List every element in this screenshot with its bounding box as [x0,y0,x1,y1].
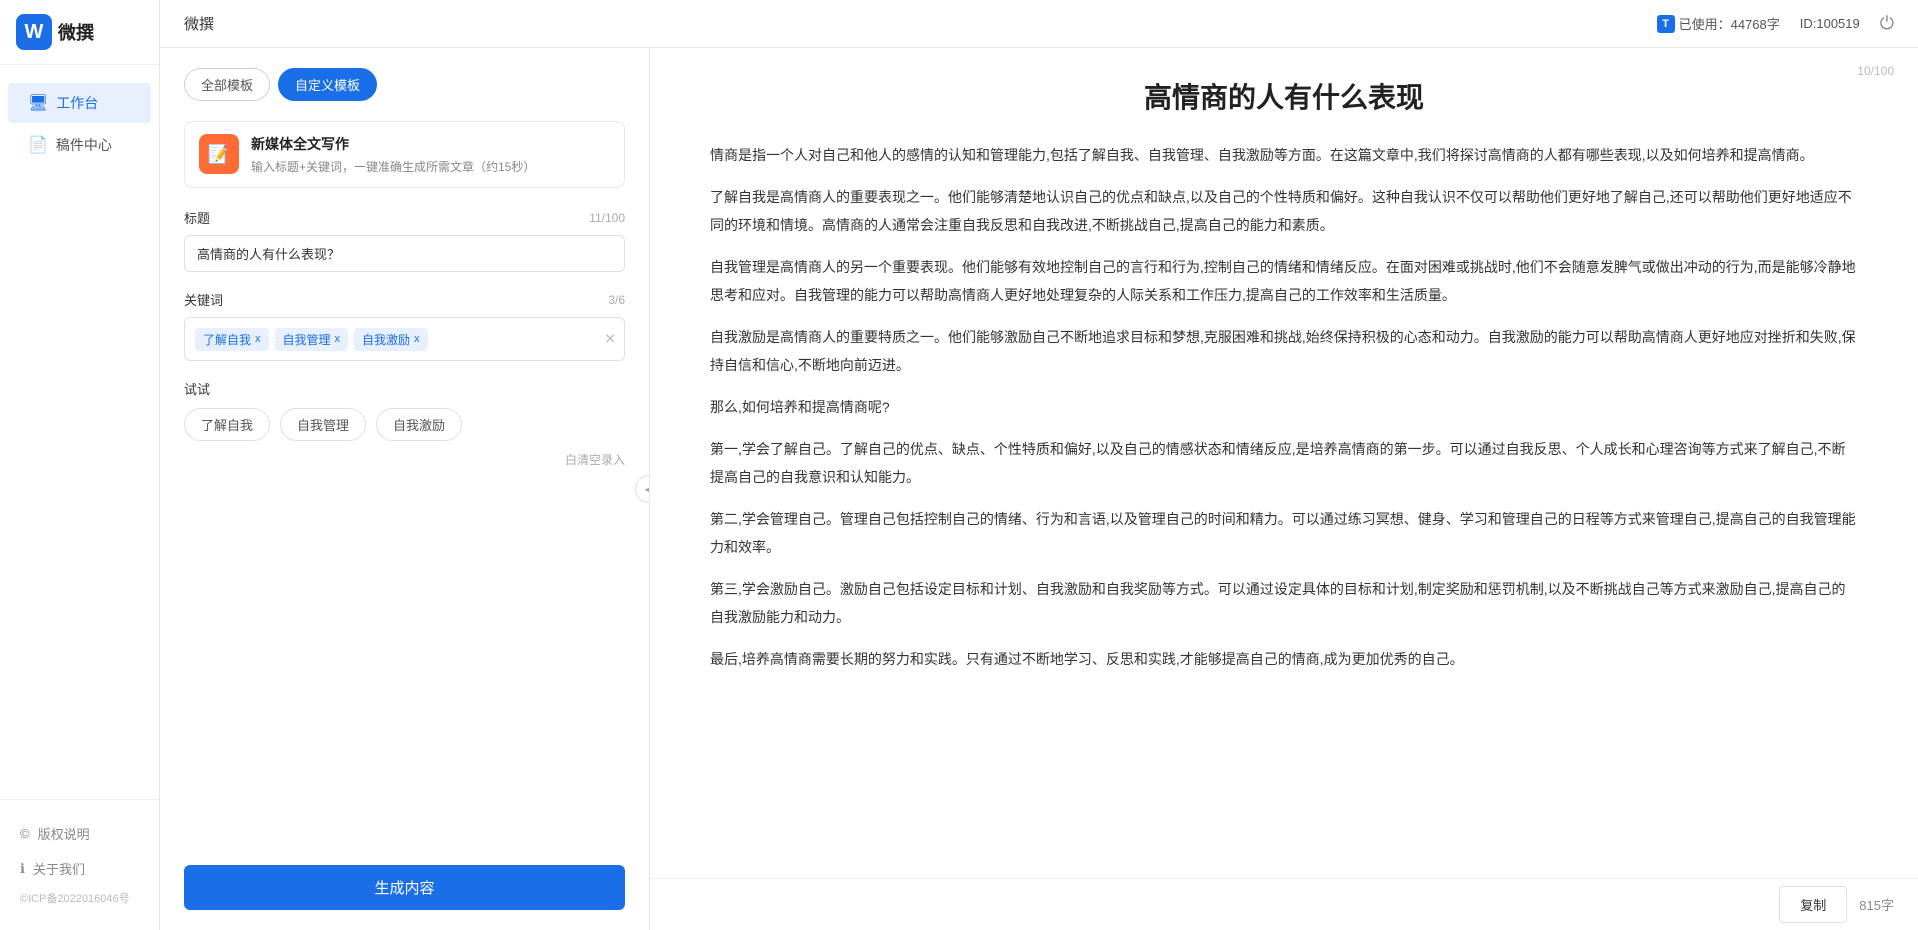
right-panel: 10/100 高情商的人有什么表现 情商是指一个人对自己和他人的感情的认知和管理… [650,48,1918,930]
sidebar-item-label-drafts: 稿件中心 [56,135,112,155]
word-count: 815字 [1859,895,1894,914]
article-body: 情商是指一个人对自己和他人的感情的认知和管理能力,包括了解自我、自我管理、自我激… [710,141,1858,673]
clear-input-btn[interactable]: 白清空录入 [184,451,625,468]
keywords-label: 关键词 [184,290,223,309]
workbench-icon: 🖥 [28,93,48,113]
t-icon: T [1657,15,1675,33]
collapse-arrow[interactable]: ◀ [635,475,650,503]
trial-label: 试试 [184,379,625,398]
sidebar-item-workbench[interactable]: 🖥 工作台 [8,83,151,123]
copyright-label: 版权说明 [38,824,90,843]
article-area: 10/100 高情商的人有什么表现 情商是指一个人对自己和他人的感情的认知和管理… [650,48,1918,878]
title-section: 标题 11/100 [184,208,625,272]
template-desc: 输入标题+关键词，一键准确生成所需文章（约15秒） [251,158,535,175]
id-label: ID:100519 [1800,16,1860,31]
article-para-1: 了解自我是高情商人的重要表现之一。他们能够清楚地认识自己的优点和缺点,以及自己的… [710,183,1858,239]
keywords-box[interactable]: 了解自我 x 自我管理 x 自我激励 x ✕ [184,317,625,361]
topbar: 微撰 T 已使用：44768字 ID:100519 ⏻ [160,0,1918,48]
copy-button[interactable]: 复制 [1779,886,1847,923]
trial-chip-2[interactable]: 自我管理 [280,408,366,441]
template-icon: 📝 [199,134,239,174]
sidebar: W 微撰 🖥 工作台 📄 稿件中心 © 版权说明 ℹ 关于我们 ©ICP备202… [0,0,160,930]
tab-all[interactable]: 全部模板 [184,68,270,101]
sidebar-nav: 🖥 工作台 📄 稿件中心 [0,65,159,799]
keyword-remove-2[interactable]: x [335,333,341,345]
generate-button[interactable]: 生成内容 [184,865,625,910]
article-para-8: 最后,培养高情商需要长期的努力和实践。只有通过不断地学习、反思和实践,才能够提高… [710,645,1858,673]
sidebar-item-copyright[interactable]: © 版权说明 [0,816,159,851]
sidebar-item-about[interactable]: ℹ 关于我们 [0,851,159,886]
power-icon[interactable]: ⏻ [1880,13,1894,34]
usage-info: T 已使用：44768字 [1657,14,1780,33]
trial-section: 试试 了解自我 自我管理 自我激励 白清空录入 [184,379,625,468]
title-counter: 11/100 [589,211,625,225]
sidebar-item-drafts[interactable]: 📄 稿件中心 [8,125,151,165]
about-icon: ℹ [20,861,25,877]
icp-text: ©ICP备2022016046号 [0,886,159,914]
keyword-text-3: 自我激励 [362,331,410,348]
logo-text: 微撰 [58,19,94,45]
copyright-icon: © [20,826,30,841]
keywords-section: 关键词 3/6 了解自我 x 自我管理 x 自我激励 x [184,290,625,361]
article-para-0: 情商是指一个人对自己和他人的感情的认知和管理能力,包括了解自我、自我管理、自我激… [710,141,1858,169]
template-tabs: 全部模板 自定义模板 [184,68,625,101]
usage-label: 已使用：44768字 [1679,14,1780,33]
article-para-5: 第一,学会了解自己。了解自己的优点、缺点、个性特质和偏好,以及自己的情感状态和情… [710,435,1858,491]
drafts-icon: 📄 [28,135,48,155]
keywords-label-row: 关键词 3/6 [184,290,625,309]
main: 微撰 T 已使用：44768字 ID:100519 ⏻ 全部模板 自定义模板 📝… [160,0,1918,930]
article-para-4: 那么,如何培养和提高情商呢? [710,393,1858,421]
article-counter: 10/100 [1857,64,1894,78]
title-input[interactable] [184,235,625,272]
topbar-right: T 已使用：44768字 ID:100519 ⏻ [1657,13,1894,34]
title-label: 标题 [184,208,210,227]
title-label-row: 标题 11/100 [184,208,625,227]
keyword-remove-1[interactable]: x [255,333,261,345]
sidebar-item-label-workbench: 工作台 [56,93,98,113]
keyword-tag-1[interactable]: 了解自我 x [195,328,269,351]
template-info: 新媒体全文写作 输入标题+关键词，一键准确生成所需文章（约15秒） [251,134,535,175]
left-panel: 全部模板 自定义模板 📝 新媒体全文写作 输入标题+关键词，一键准确生成所需文章… [160,48,650,930]
trial-chips: 了解自我 自我管理 自我激励 [184,408,625,441]
keywords-counter: 3/6 [608,293,625,307]
keyword-tag-3[interactable]: 自我激励 x [354,328,428,351]
logo-area: W 微撰 [0,0,159,65]
article-title: 高情商的人有什么表现 [710,78,1858,117]
about-label: 关于我们 [33,859,85,878]
keyword-tag-2[interactable]: 自我管理 x [275,328,349,351]
template-name: 新媒体全文写作 [251,134,535,154]
tab-custom[interactable]: 自定义模板 [278,68,377,101]
topbar-title: 微撰 [184,13,214,34]
keywords-clear-btn[interactable]: ✕ [604,331,616,348]
content-area: 全部模板 自定义模板 📝 新媒体全文写作 输入标题+关键词，一键准确生成所需文章… [160,48,1918,930]
trial-chip-1[interactable]: 了解自我 [184,408,270,441]
article-para-7: 第三,学会激励自己。激励自己包括设定目标和计划、自我激励和自我奖励等方式。可以通… [710,575,1858,631]
keyword-remove-3[interactable]: x [414,333,420,345]
logo-icon: W [16,14,52,50]
keyword-text-2: 自我管理 [283,331,331,348]
keyword-text-1: 了解自我 [203,331,251,348]
article-para-2: 自我管理是高情商人的另一个重要表现。他们能够有效地控制自己的言行和行为,控制自己… [710,253,1858,309]
sidebar-bottom: © 版权说明 ℹ 关于我们 ©ICP备2022016046号 [0,799,159,930]
template-card[interactable]: 📝 新媒体全文写作 输入标题+关键词，一键准确生成所需文章（约15秒） [184,121,625,188]
trial-chip-3[interactable]: 自我激励 [376,408,462,441]
article-footer: 复制 815字 [650,878,1918,930]
article-para-6: 第二,学会管理自己。管理自己包括控制自己的情绪、行为和言语,以及管理自己的时间和… [710,505,1858,561]
article-para-3: 自我激励是高情商人的重要特质之一。他们能够激励自己不断地追求目标和梦想,克服困难… [710,323,1858,379]
